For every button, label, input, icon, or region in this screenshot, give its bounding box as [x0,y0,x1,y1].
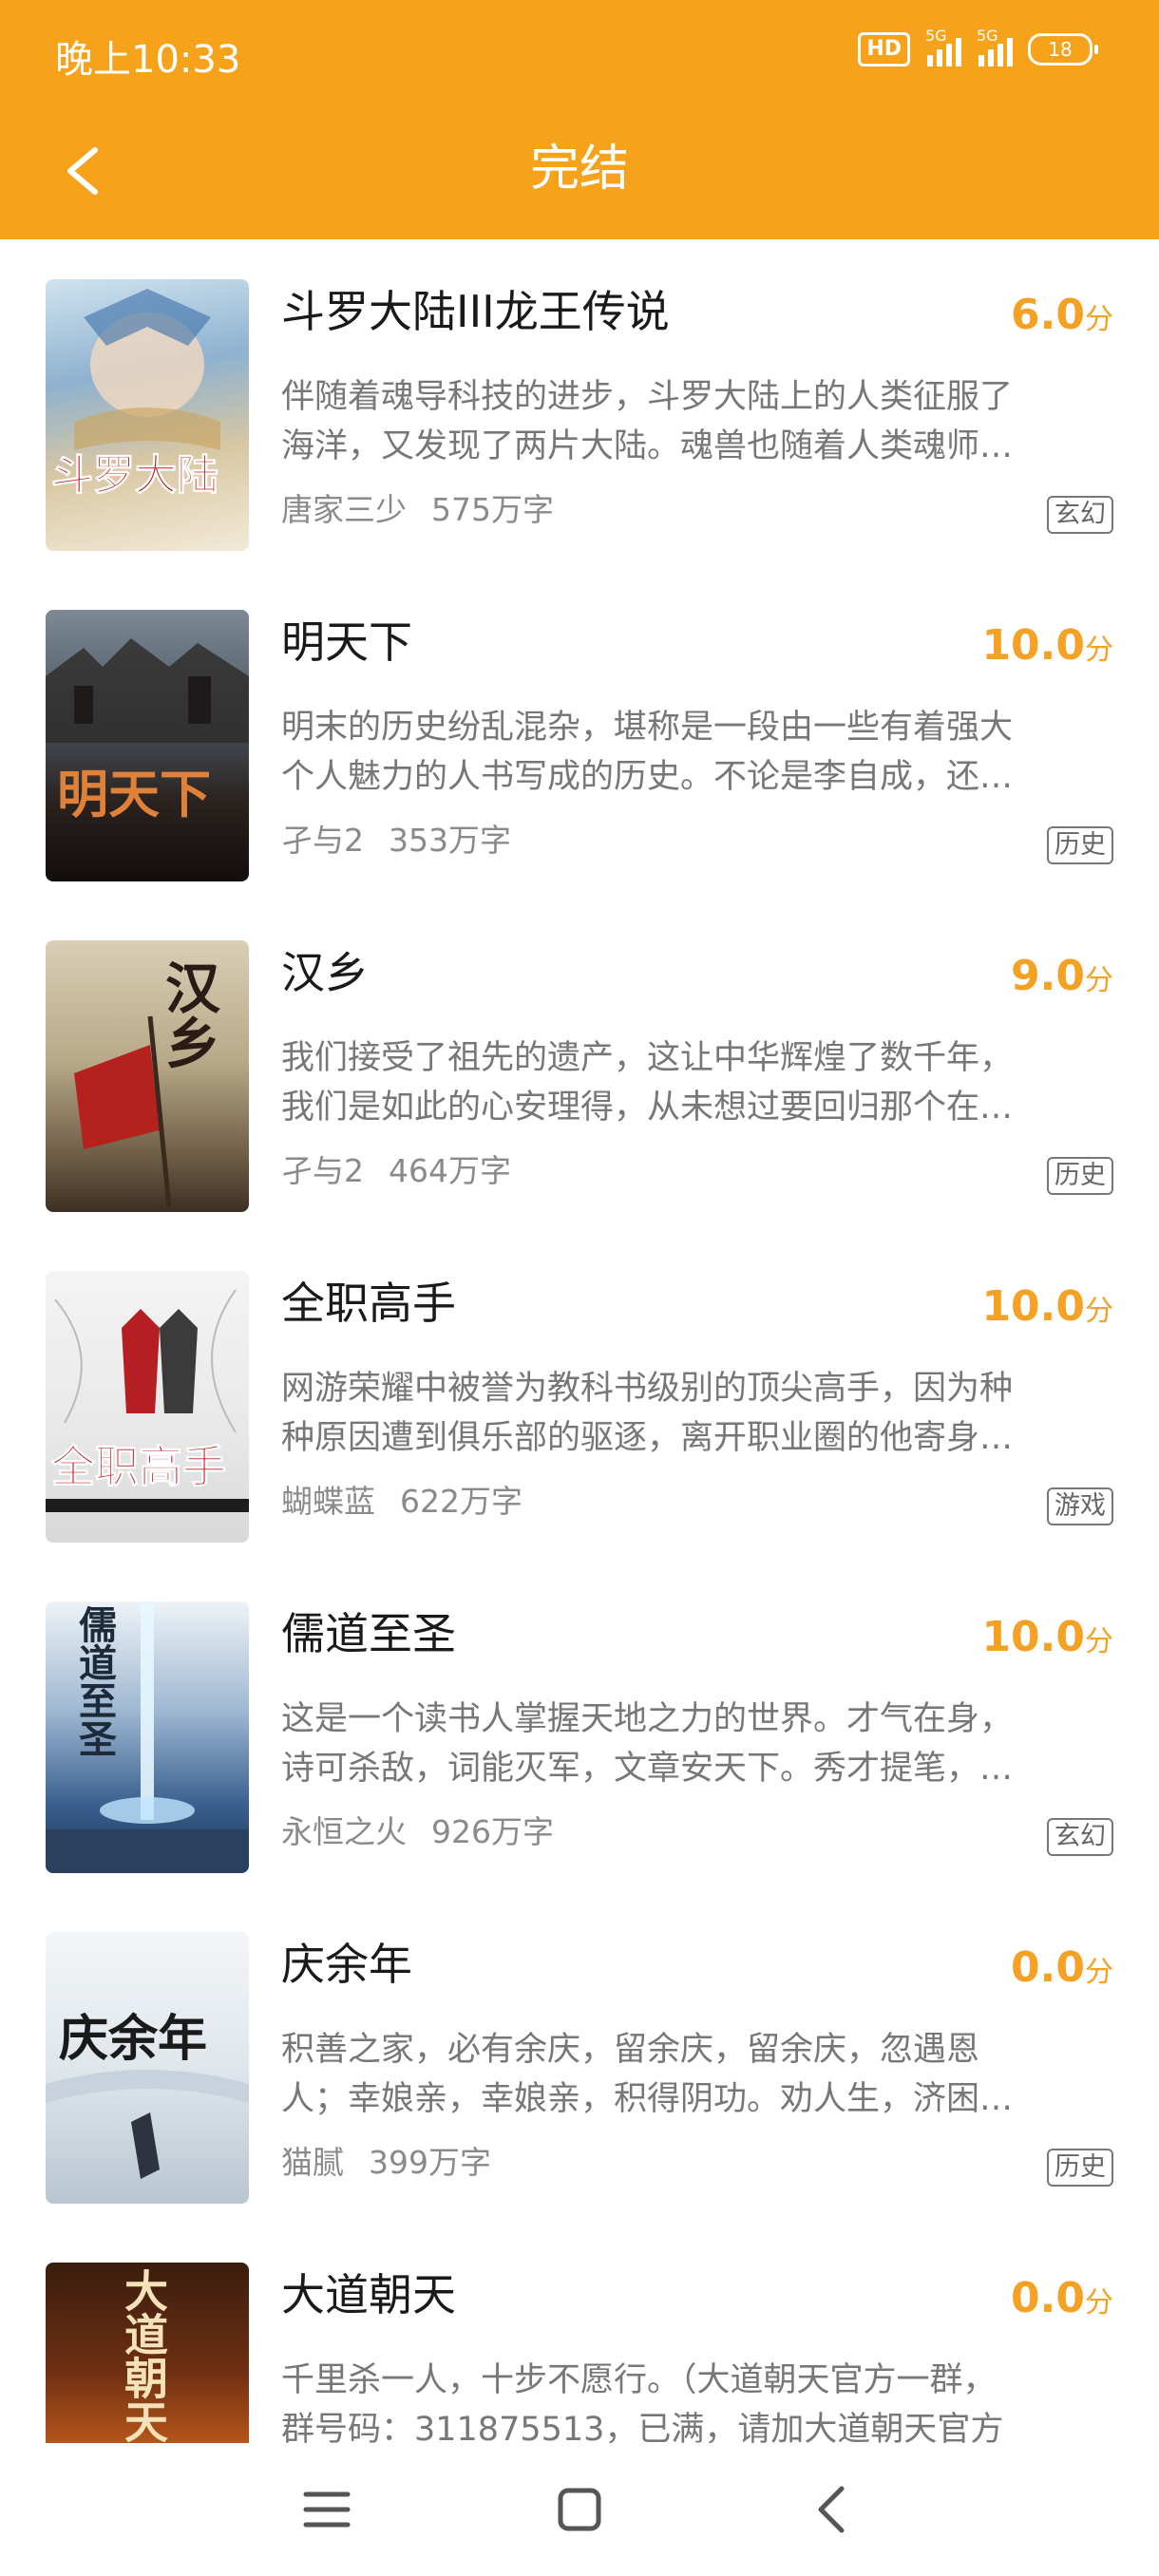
book-meta: 孑与2 353万字 [281,819,511,862]
menu-button[interactable] [289,2472,365,2548]
book-word-count: 575万字 [431,491,554,528]
page-title: 完结 [529,141,629,198]
book-list: 斗罗大陆 斗罗大陆III龙王传说 6.0分 伴随着魂导科技的进步，斗罗大陆上的人… [0,239,1159,2443]
back-triangle-icon [818,2486,845,2533]
book-meta: 永恒之火 926万字 [281,1810,554,1854]
signal-icon: 5G [977,27,1013,66]
book-cover: 明天下 [46,610,249,881]
book-title: 儒道至圣 [281,1608,456,1659]
signal-icon: 5G [925,27,961,66]
status-bar: 晚上10:33 HD 5G 5G 18 [0,0,1159,104]
book-cover: 斗罗大陆 [46,279,249,551]
book-word-count: 399万字 [369,2144,491,2181]
book-cover: 儒道至圣 [46,1601,249,1873]
book-word-count: 353万字 [389,822,511,859]
book-meta: 孑与2 464万字 [281,1149,511,1193]
book-score: 0.0分 [1011,2274,1113,2322]
book-meta: 猫腻 399万字 [281,2141,491,2185]
book-item[interactable]: 全职高手 全职高手 10.0分 网游荣耀中被誉为教科书级别的顶尖高手，因为种 种… [0,1231,1159,1562]
book-word-count: 926万字 [431,1813,554,1850]
cover-title: 全职高手 [51,1441,227,1493]
book-description: 网游荣耀中被誉为教科书级别的顶尖高手，因为种 种原因遭到俱乐部的驱逐，离开职业圈… [281,1370,1014,1457]
book-title: 大道朝天 [281,2269,456,2320]
cover-title: 庆余年 [59,2010,208,2068]
book-cover: 全职高手 [46,1271,249,1543]
book-author: 猫腻 [281,2144,344,2181]
book-item[interactable]: 庆余年 庆余年 0.0分 积善之家，必有余庆，留余庆，留余庆，忽遇恩 人；幸娘亲… [0,1892,1159,2223]
book-score: 10.0分 [981,1282,1113,1331]
home-button[interactable] [542,2472,618,2548]
cover-title: 汉乡 [156,959,220,1070]
cover-title: 明天下 [57,764,211,824]
book-word-count: 622万字 [400,1483,522,1520]
book-meta: 蝴蝶蓝 622万字 [281,1480,522,1524]
book-title: 庆余年 [281,1939,412,1990]
cover-title: 儒道至圣 [72,1605,117,1757]
book-item[interactable]: 斗罗大陆 斗罗大陆III龙王传说 6.0分 伴随着魂导科技的进步，斗罗大陆上的人… [0,239,1159,570]
book-title: 全职高手 [281,1278,456,1329]
book-author: 蝴蝶蓝 [281,1483,375,1520]
menu-icon [303,2491,351,2528]
home-square-icon [558,2488,601,2531]
system-back-button[interactable] [794,2472,870,2548]
book-author: 孑与2 [281,1152,364,1189]
genre-tag: 历史 [1047,1157,1113,1195]
cover-title: 大道朝天 [118,2268,169,2443]
system-nav-bar [0,2443,1159,2576]
genre-tag: 玄幻 [1047,496,1113,534]
book-title: 斗罗大陆III龙王传说 [281,286,670,337]
book-item[interactable]: 明天下 明天下 10.0分 明末的历史纷乱混杂，堪称是一段由一些有着强大 个人魅… [0,570,1159,900]
book-meta: 唐家三少 575万字 [281,488,554,532]
battery-level: 18 [1028,33,1092,66]
book-author: 唐家三少 [281,491,407,528]
genre-tag: 游戏 [1047,1487,1113,1525]
book-title: 明天下 [281,616,412,668]
app-header: 晚上10:33 HD 5G 5G 18 完结 [0,0,1159,239]
book-score: 0.0分 [1011,1943,1113,1992]
book-item[interactable]: 大道朝天 大道朝天 0.0分 千里杀一人，十步不愿行。（大道朝天官方一群， 群号… [0,2223,1159,2443]
book-score: 10.0分 [981,1613,1113,1661]
book-item[interactable]: 汉乡 汉乡 9.0分 我们接受了祖先的遗产，这让中华辉煌了数千年， 我们是如此的… [0,900,1159,1231]
book-score: 9.0分 [1011,952,1113,1000]
book-score: 10.0分 [981,621,1113,670]
book-description: 伴随着魂导科技的进步，斗罗大陆上的人类征服了 海洋，又发现了两片大陆。魂兽也随着… [281,378,1014,465]
status-time: 晚上10:33 [55,38,241,82]
book-item[interactable]: 儒道至圣 儒道至圣 10.0分 这是一个读书人掌握天地之力的世界。才气在身， 诗… [0,1562,1159,1892]
book-description: 千里杀一人，十步不愿行。（大道朝天官方一群， 群号码：311875513，已满，… [281,2361,1004,2443]
cover-title: 斗罗大陆 [51,451,219,501]
book-cover: 庆余年 [46,1932,249,2204]
book-description: 这是一个读书人掌握天地之力的世界。才气在身， 诗可杀敌，词能灭军，文章安天下。秀… [281,1700,1014,1788]
book-score: 6.0分 [1011,291,1113,339]
book-description: 明末的历史纷乱混杂，堪称是一段由一些有着强大 个人魅力的人书写成的历史。不论是李… [281,709,1014,796]
genre-tag: 玄幻 [1047,1818,1113,1856]
book-author: 孑与2 [281,822,364,859]
genre-tag: 历史 [1047,2149,1113,2187]
book-cover: 大道朝天 [46,2263,249,2443]
book-title: 汉乡 [281,947,369,998]
book-description: 积善之家，必有余庆，留余庆，留余庆，忽遇恩 人；幸娘亲，幸娘亲，积得阴功。劝人生… [281,2031,1014,2118]
status-icons: HD 5G 5G 18 [858,27,1098,66]
book-word-count: 464万字 [389,1152,511,1189]
book-author: 永恒之火 [281,1813,407,1850]
hd-icon: HD [858,32,910,66]
book-cover: 汉乡 [46,940,249,1212]
book-description: 我们接受了祖先的遗产，这让中华辉煌了数千年， 我们是如此的心安理得，从未想过要回… [281,1039,1014,1127]
battery-icon: 18 [1028,33,1098,66]
genre-tag: 历史 [1047,826,1113,864]
